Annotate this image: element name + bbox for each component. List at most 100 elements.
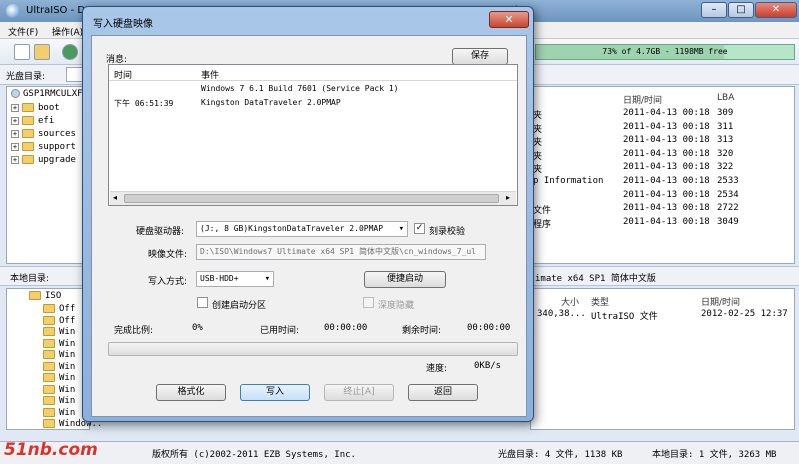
expand-icon[interactable]: + <box>11 103 19 112</box>
table-row[interactable]: 夹 2011-04-13 00:18 309 <box>531 108 794 122</box>
table-row[interactable]: p Information 2011-04-13 00:18 2533 <box>531 176 794 190</box>
elapsed-label: 已用时间: <box>260 326 300 336</box>
row-lba: 2534 <box>717 189 739 200</box>
expand-icon[interactable]: + <box>11 155 19 164</box>
table-row[interactable]: 夹 2011-04-13 00:18 313 <box>531 135 794 149</box>
dialog-title: 写入硬盘映像 <box>93 19 153 30</box>
row-date: 2011-04-13 00:18 <box>623 203 710 214</box>
folder-icon <box>43 373 55 382</box>
log-horizontal-scrollbar[interactable]: ◂ ▸ <box>110 191 516 205</box>
disc-tree-folder[interactable]: + efi <box>11 116 54 129</box>
log-time: 下午 06:51:39 <box>114 99 174 108</box>
row-date: 2011-04-13 00:18 <box>623 176 710 186</box>
expand-icon[interactable]: + <box>11 129 19 138</box>
deep-hide-checkbox[interactable] <box>363 297 374 308</box>
scroll-left-icon[interactable]: ◂ <box>113 193 117 202</box>
log-column-event[interactable]: 事件 <box>201 68 219 81</box>
image-file-label: 映像文件: <box>148 250 188 260</box>
write-button[interactable]: 写入 <box>240 384 310 401</box>
verify-label: 刻录校验 <box>429 227 466 237</box>
verify-checkbox[interactable]: ✓ <box>414 223 425 234</box>
folder-icon <box>43 315 55 325</box>
column-header-size[interactable]: 大小 <box>561 295 579 308</box>
write-method-select[interactable]: USB-HDD+ <box>196 271 274 287</box>
done-ratio-value: 0% <box>192 323 203 333</box>
quick-boot-button[interactable]: 便捷启动 <box>364 271 446 288</box>
table-row[interactable]: 程序 2011-04-13 00:18 3049 <box>531 217 794 231</box>
drive-select[interactable]: (J:, 8 GB)KingstonDataTraveler 2.0PMAP <box>196 221 408 237</box>
row-name: 夹 <box>533 124 543 135</box>
back-button[interactable]: 返回 <box>408 384 478 401</box>
site-watermark-logo: 51nb.com <box>4 440 98 460</box>
scroll-right-icon[interactable]: ▸ <box>506 193 510 202</box>
table-row[interactable]: 2011-04-13 00:18 2534 <box>531 190 794 204</box>
status-local: 本地目录: 1 文件, 3263 MB <box>652 450 777 460</box>
disc-tree-folder[interactable]: + support <box>11 142 76 155</box>
extract-icon[interactable] <box>62 44 78 60</box>
scrollbar-thumb[interactable] <box>124 194 499 203</box>
new-file-icon[interactable] <box>14 44 30 60</box>
local-tree: ISO Off Off Win Win Win Win Win Win Win Win Window… <box>6 288 102 430</box>
remaining-label: 剩余时间: <box>402 326 442 336</box>
folder-icon <box>29 291 41 300</box>
image-file-field[interactable]: D:\ISO\Windows7 Ultimate x64 SP1 简体中文版\c… <box>196 244 486 260</box>
done-ratio-label: 完成比例: <box>114 326 154 336</box>
status-bar: 版权所有 (c)2002-2011 EZB Systems, Inc. 光盘目录… <box>0 441 799 464</box>
table-row[interactable]: 夹 2011-04-13 00:18 311 <box>531 122 794 136</box>
row-name: 文件 <box>533 206 552 217</box>
folder-icon <box>22 142 34 151</box>
format-button[interactable]: 格式化 <box>156 384 226 401</box>
column-header-lba[interactable]: LBA <box>717 93 734 103</box>
folder-icon <box>43 350 55 359</box>
stop-button[interactable]: 终止[A] <box>324 384 394 401</box>
row-lba: 309 <box>717 108 734 118</box>
speed-value: 0KB/s <box>474 361 502 371</box>
disc-icon <box>11 89 20 98</box>
folder-icon <box>22 155 34 164</box>
folder-icon <box>43 327 55 336</box>
row-date: 2011-04-13 00:18 <box>623 216 710 227</box>
menu-actions[interactable]: 操作(A) <box>52 25 83 38</box>
menu-file[interactable]: 文件(F) <box>8 25 38 38</box>
dialog-close-button[interactable]: ✕ <box>489 11 529 28</box>
row-lba: 311 <box>717 121 734 132</box>
column-header-date[interactable]: 日期/时间 <box>701 295 740 308</box>
row-lba: 313 <box>717 135 734 146</box>
maximize-button[interactable]: □ <box>728 2 754 18</box>
table-row[interactable]: 夹 2011-04-13 00:18 322 <box>531 162 794 176</box>
column-header-type[interactable]: 类型 <box>591 295 609 308</box>
column-header-date[interactable]: 日期/时间 <box>623 93 662 106</box>
expand-icon[interactable]: + <box>11 116 19 125</box>
capacity-text: 73% of 4.7GB - 1198MB free <box>602 47 728 56</box>
dialog-body: 消息: 保存 时间 事件 Windows 7 6.1 Build 7601 (S… <box>91 35 527 417</box>
log-column-time[interactable]: 时间 <box>114 68 132 81</box>
row-lba: 320 <box>717 148 734 159</box>
log-event: Kingston DataTraveler 2.0PMAP <box>201 98 341 107</box>
folder-icon <box>43 304 55 313</box>
minimize-button[interactable]: – <box>701 2 727 18</box>
table-row[interactable]: 夹 2011-04-13 00:18 320 <box>531 149 794 163</box>
folder-icon <box>43 396 55 405</box>
main-close-button[interactable]: ✕ <box>755 2 797 18</box>
disc-tree-folder[interactable]: + sources <box>11 129 76 142</box>
disc-tree-folder[interactable]: + boot <box>11 103 60 116</box>
deep-hide-label: 深度隐藏 <box>378 301 415 311</box>
speed-label: 速度: <box>426 364 448 374</box>
elapsed-value: 00:00:00 <box>324 323 368 333</box>
open-folder-icon[interactable] <box>34 44 50 60</box>
table-row[interactable]: 340,38... UltraISO 文件 2012-02-25 12:37 <box>531 309 794 323</box>
row-lba: 322 <box>717 162 734 173</box>
local-tree-root[interactable]: ISO <box>29 291 61 304</box>
capacity-bar: 73% of 4.7GB - 1198MB free <box>535 44 795 60</box>
status-copyright: 版权所有 (c)2002-2011 EZB Systems, Inc. <box>152 450 356 460</box>
create-boot-partition-checkbox[interactable] <box>197 297 208 308</box>
row-name: 夹 <box>533 111 543 121</box>
table-row[interactable]: 文件 2011-04-13 00:18 2722 <box>531 203 794 217</box>
row-date: 2011-04-13 00:18 <box>623 189 710 200</box>
local-path-text: imate x64 SP1 简体中文版 <box>535 274 656 284</box>
expand-icon[interactable]: + <box>11 142 19 151</box>
local-file-list: 大小 类型 日期/时间 340,38... UltraISO 文件 2012-0… <box>530 288 795 430</box>
save-log-button[interactable]: 保存 <box>452 48 508 65</box>
disc-tree-folder[interactable]: + upgrade <box>11 155 76 168</box>
folder-icon <box>22 103 34 112</box>
